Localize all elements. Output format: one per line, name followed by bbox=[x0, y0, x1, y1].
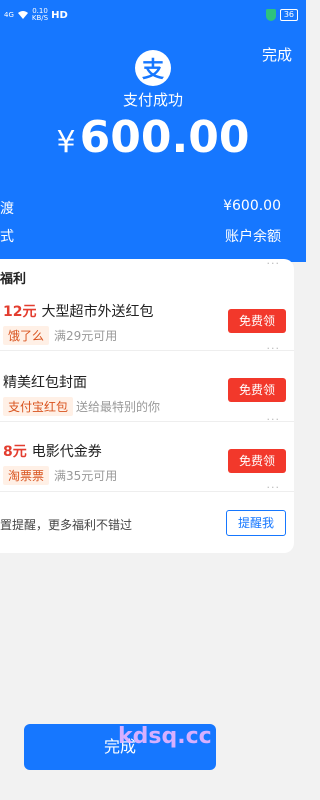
benefit-desc: 满29元可用 bbox=[54, 329, 118, 343]
shield-icon bbox=[265, 9, 276, 21]
benefit-tag: 淘票票 bbox=[3, 466, 50, 485]
benefits-title: 福利 bbox=[0, 272, 27, 287]
alipay-logo: 支 bbox=[135, 50, 171, 86]
more-icon[interactable]: ··· bbox=[267, 342, 281, 355]
signal-icon: 4G bbox=[4, 11, 14, 19]
benefits-card: 福利 ··· 12元 大型超市外送红包 饿了么 满29元可用 免费领 ··· 精美… bbox=[0, 257, 294, 553]
benefit-tag: 支付宝红包 bbox=[3, 397, 74, 416]
remind-text: 置提醒，更多福利不错过 bbox=[0, 518, 133, 532]
claim-button[interactable]: 免费领 bbox=[228, 449, 286, 473]
remind-me-button[interactable]: 提醒我 bbox=[226, 510, 286, 536]
payment-success-title: 支付成功 bbox=[122, 91, 183, 109]
claim-button[interactable]: 免费领 bbox=[228, 309, 286, 333]
divider bbox=[0, 421, 294, 422]
divider bbox=[0, 350, 294, 351]
benefit-item: 8元 电影代金券 淘票票 满35元可用 免费领 bbox=[0, 441, 294, 503]
divider bbox=[0, 491, 294, 492]
status-bar: 4G 0.10 KB/S HD 36 bbox=[0, 0, 306, 30]
more-icon[interactable]: ··· bbox=[267, 257, 281, 270]
benefit-price: 8元 bbox=[3, 444, 27, 460]
benefit-item: 精美红包封面 支付宝红包 送给最特别的你 免费领 bbox=[0, 372, 294, 434]
benefit-desc: 送给最特别的你 bbox=[76, 400, 161, 414]
watermark: kdsq.cc bbox=[118, 724, 212, 749]
more-icon[interactable]: ··· bbox=[267, 413, 281, 426]
benefit-title: 大型超市外送红包 bbox=[41, 304, 154, 320]
benefit-item: 12元 大型超市外送红包 饿了么 满29元可用 免费领 bbox=[0, 301, 294, 363]
benefit-title: 精美红包封面 bbox=[3, 375, 87, 391]
summary-label: 渡 bbox=[0, 201, 14, 217]
more-icon[interactable]: ··· bbox=[267, 481, 281, 494]
benefit-desc: 满35元可用 bbox=[54, 469, 118, 483]
network-speed: 0.10 KB/S bbox=[31, 7, 49, 22]
currency-symbol: ¥ bbox=[56, 125, 76, 160]
done-button-top[interactable]: 完成 bbox=[262, 44, 292, 65]
benefit-price: 12元 bbox=[3, 304, 37, 320]
benefit-tag: 饿了么 bbox=[3, 326, 50, 345]
payment-amount: ¥600.00 bbox=[0, 112, 306, 163]
battery-icon: 36 bbox=[279, 9, 298, 21]
summary-value: 账户余额 bbox=[225, 229, 281, 245]
amount-value: 600.00 bbox=[79, 112, 250, 163]
claim-button[interactable]: 免费领 bbox=[228, 378, 286, 402]
summary-value: ¥600.00 bbox=[223, 198, 281, 214]
summary-label: 式 bbox=[0, 229, 14, 245]
hd-indicator: HD bbox=[51, 9, 68, 21]
wifi-icon bbox=[17, 11, 28, 19]
benefit-title: 电影代金券 bbox=[31, 444, 102, 460]
